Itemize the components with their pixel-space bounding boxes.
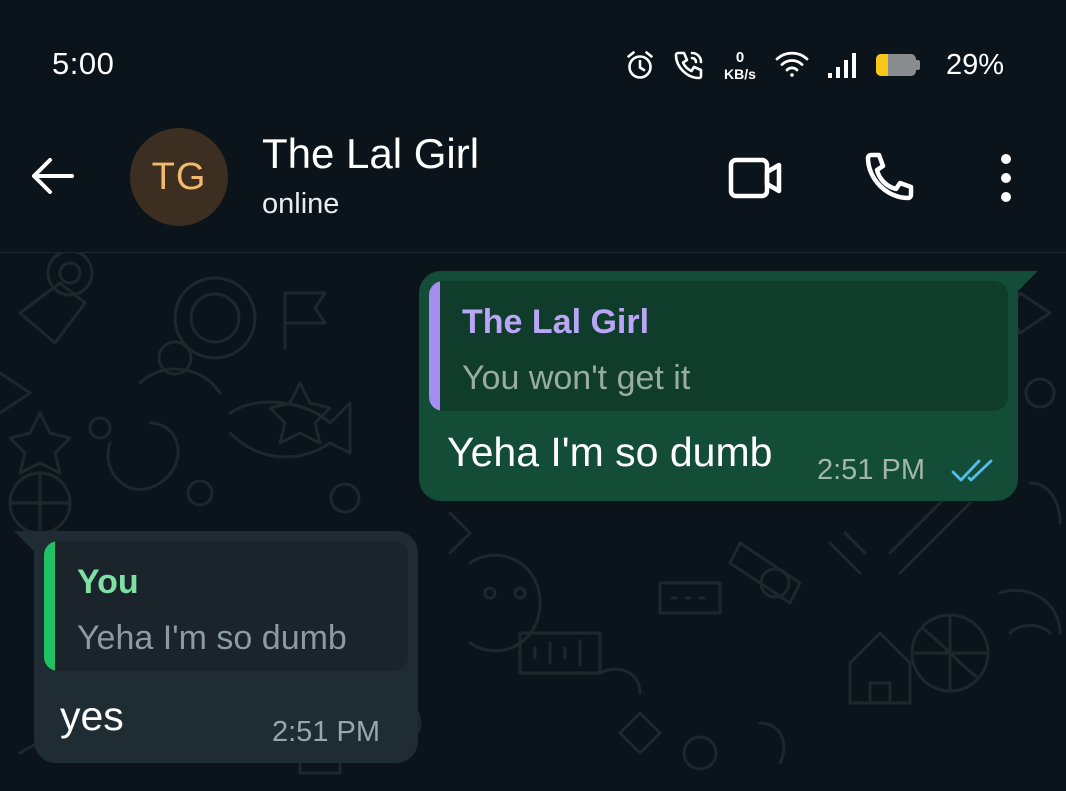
voice-call-icon: [865, 152, 914, 201]
net-speed-value: 0: [735, 48, 745, 66]
signal-icon: [826, 50, 860, 80]
bubble-tail: [1016, 271, 1038, 293]
incoming-message-bubble[interactable]: You Yeha I'm so dumb yes 2:51 PM: [14, 531, 418, 763]
quote-accent-bar: [44, 541, 55, 671]
alarm-icon: [624, 49, 656, 81]
back-button[interactable]: [24, 148, 80, 204]
status-icons: 0 KB/s 29%: [624, 40, 1004, 90]
wifi-call-icon: [672, 48, 706, 82]
video-call-icon: [728, 157, 782, 199]
avatar[interactable]: TG: [130, 128, 228, 226]
video-call-button[interactable]: [724, 146, 788, 210]
message-time: 2:51 PM: [817, 454, 925, 486]
outgoing-message-bubble[interactable]: The Lal Girl You won't get it Yeha I'm s…: [419, 271, 1038, 501]
chat-header: TG The Lal Girl online: [0, 118, 1066, 253]
net-speed-unit: KB/s: [724, 65, 756, 82]
quoted-text: Yeha I'm so dumb: [77, 619, 347, 657]
voice-call-button[interactable]: [856, 146, 920, 210]
quoted-author: The Lal Girl: [462, 303, 650, 341]
chat-area[interactable]: The Lal Girl You won't get it Yeha I'm s…: [0, 253, 1066, 791]
quote-accent-bar: [429, 281, 440, 411]
status-bar: 5:00 0 KB/s 29%: [0, 0, 1066, 118]
more-options-button[interactable]: [974, 146, 1038, 210]
contact-status: online: [262, 188, 340, 220]
double-check-read-icon: [951, 458, 997, 489]
message-time: 2:51 PM: [272, 716, 380, 748]
status-time: 5:00: [52, 46, 115, 81]
wifi-icon: [774, 50, 810, 80]
bubble-tail: [14, 531, 36, 553]
chat-screen: 5:00 0 KB/s 29% TG The Lal Girl online T…: [0, 0, 1066, 791]
quoted-message[interactable]: The Lal Girl You won't get it: [429, 281, 1008, 411]
battery-icon: [875, 54, 920, 76]
battery-percent: 29%: [945, 48, 1004, 81]
message-text: Yeha I'm so dumb: [447, 429, 773, 475]
battery-fill: [875, 54, 888, 76]
net-speed: 0 KB/s: [724, 50, 756, 81]
message-text: yes: [60, 693, 124, 739]
quoted-message[interactable]: You Yeha I'm so dumb: [44, 541, 408, 671]
quoted-author: You: [77, 563, 139, 601]
contact-name[interactable]: The Lal Girl: [262, 130, 479, 178]
more-options-icon: [1001, 154, 1011, 202]
quoted-text: You won't get it: [462, 359, 691, 397]
back-arrow-icon: [32, 158, 74, 194]
